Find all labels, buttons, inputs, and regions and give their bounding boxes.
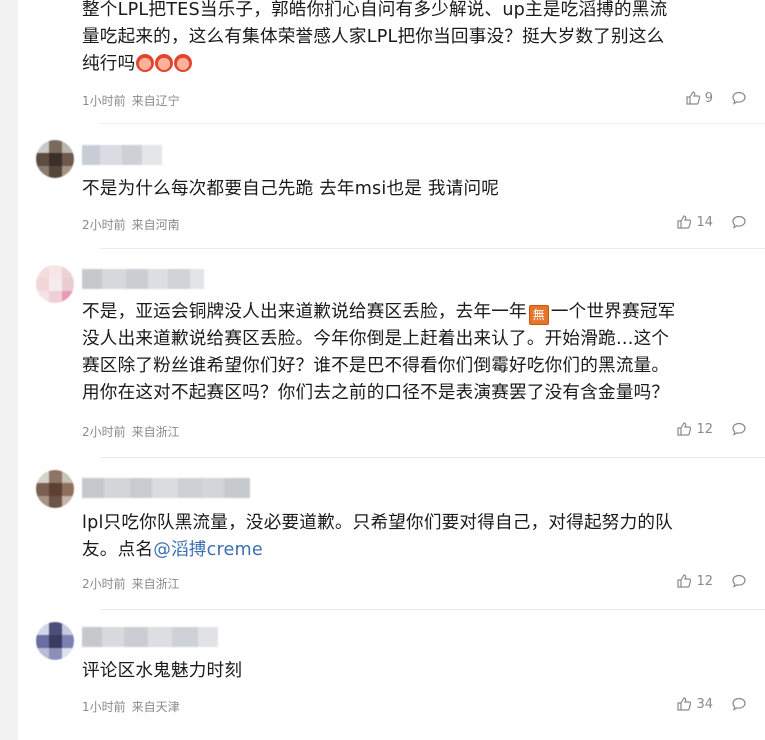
comment-location: 来自辽宁 (131, 94, 180, 108)
comment-meta: 1小时前 来自天津 (82, 698, 180, 715)
like-count: 12 (696, 573, 713, 589)
wu-badge-icon: 無 (528, 305, 549, 325)
reply-icon[interactable] (731, 696, 747, 712)
like-button[interactable]: 14 (676, 214, 713, 230)
thumbs-up-icon (685, 90, 701, 106)
comment-actions: 12 (676, 573, 747, 589)
like-button[interactable]: 34 (676, 696, 713, 712)
comment-meta: 2小时前 来自河南 (82, 216, 180, 233)
comment-actions: 9 (685, 90, 747, 106)
comment-text: lpl只吃你队黑流量，没必要道歉。只希望你们要对得自己，对得起努力的队 友。点名… (82, 513, 673, 560)
comment-location: 来自河南 (131, 218, 180, 232)
laughing-emoji-icon (155, 54, 174, 72)
comment-text: 整个LPL把TES当乐子，郭皓你扪心自问有多少解说、up主是吃滔搏的黑流 量吃起… (82, 0, 668, 74)
avatar[interactable] (36, 140, 74, 178)
like-button[interactable]: 12 (676, 421, 713, 437)
like-count: 12 (696, 421, 713, 437)
comment-time: 2小时前 (82, 425, 126, 439)
comment-actions: 14 (676, 214, 747, 230)
like-count: 9 (704, 90, 713, 106)
laughing-emoji-icon (136, 54, 155, 72)
avatar[interactable] (36, 470, 74, 508)
reply-icon[interactable] (731, 573, 747, 589)
comment-meta: 2小时前 来自浙江 (82, 575, 180, 592)
like-button[interactable]: 12 (676, 573, 713, 589)
comment-text: 评论区水鬼魅力时刻 (82, 661, 243, 681)
reply-icon[interactable] (731, 421, 747, 437)
comment-time: 2小时前 (82, 218, 126, 232)
comment-actions: 34 (676, 696, 747, 712)
reply-icon[interactable] (731, 214, 747, 230)
laughing-emoji-icon (174, 54, 193, 72)
comment-text: 不是为什么每次都要自己先跪 去年msi也是 我请问呢 (82, 179, 500, 199)
comment-location: 来自浙江 (131, 577, 180, 591)
comment-meta: 2小时前 来自浙江 (82, 423, 180, 440)
like-button[interactable]: 9 (685, 90, 713, 106)
comment-time: 2小时前 (82, 577, 126, 591)
thumbs-up-icon (676, 214, 692, 230)
comment-item: lpl只吃你队黑流量，没必要道歉。只希望你们要对得自己，对得起努力的队 友。点名… (18, 458, 765, 610)
thumbs-up-icon (676, 696, 692, 712)
comment-item: 不是为什么每次都要自己先跪 去年msi也是 我请问呢 2小时前 来自河南 14 (18, 124, 765, 249)
comment-item: 不是，亚运会铜牌没人出来道歉说给赛区丢脸，去年一年無一个世界赛冠军 没人出来道歉… (18, 249, 765, 458)
thumbs-up-icon (676, 421, 692, 437)
comment-text: 不是，亚运会铜牌没人出来道歉说给赛区丢脸，去年一年無一个世界赛冠军 没人出来道歉… (82, 302, 676, 403)
comment-item: 评论区水鬼魅力时刻 1小时前 来自天津 34 (18, 610, 765, 740)
like-count: 14 (696, 214, 713, 230)
avatar[interactable] (36, 622, 74, 660)
comment-actions: 12 (676, 421, 747, 437)
like-count: 34 (696, 696, 713, 712)
comment-item: 整个LPL把TES当乐子，郭皓你扪心自问有多少解说、up主是吃滔搏的黑流 量吃起… (18, 0, 765, 124)
thumbs-up-icon (676, 573, 692, 589)
comment-meta: 1小时前 来自辽宁 (82, 92, 180, 109)
comment-time: 1小时前 (82, 700, 126, 714)
page-left-gutter (0, 0, 18, 740)
mention-link[interactable]: @滔搏creme (153, 540, 263, 560)
reply-icon[interactable] (731, 90, 747, 106)
avatar[interactable] (36, 265, 74, 303)
comment-time: 1小时前 (82, 94, 126, 108)
comment-location: 来自天津 (131, 700, 180, 714)
comment-location: 来自浙江 (131, 425, 180, 439)
